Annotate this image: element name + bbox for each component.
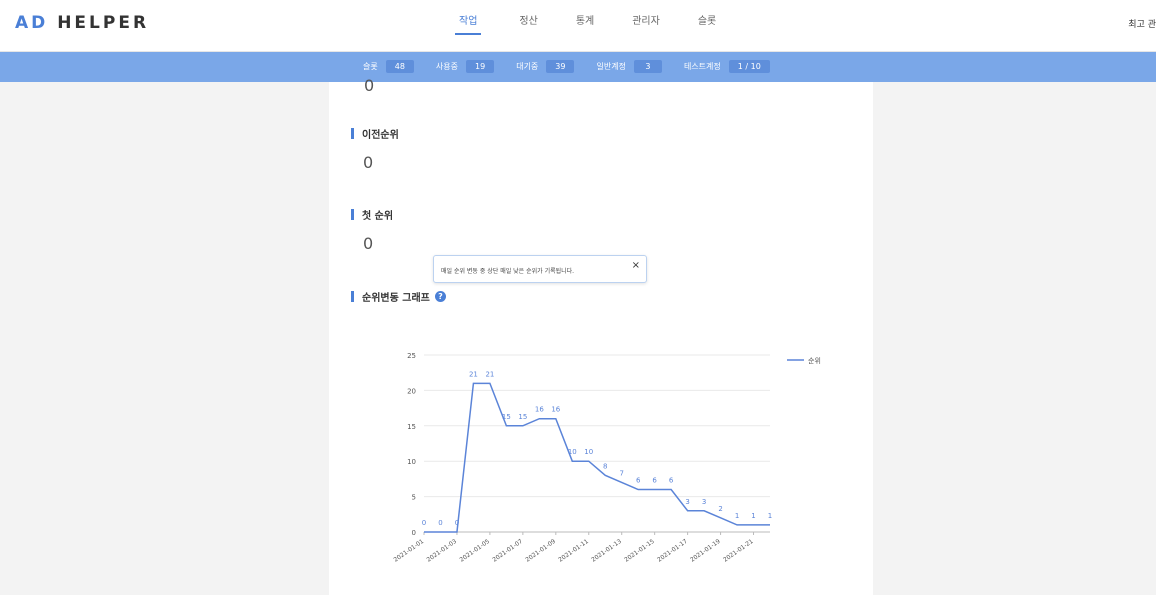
data-label: 1 [768,512,772,520]
status-value: 3 [633,60,662,73]
user-account-link[interactable]: 최고 관 [1128,17,1156,30]
x-tick-label: 2021-01-09 [524,538,557,564]
data-label: 1 [735,512,739,520]
status-value: 39 [546,60,575,73]
status-label: 테스트계정 [683,62,721,71]
y-tick-label: 5 [412,494,416,502]
nav-tab-slot[interactable]: 슬롯 [698,12,716,35]
data-label: 7 [619,469,623,477]
prev-rank-title: 이전순위 [362,130,399,141]
prev-rank-value: 0 [363,153,374,172]
x-tick-label: 2021-01-21 [722,538,755,564]
data-label: 21 [469,370,478,378]
data-label: 6 [652,477,657,485]
data-label: 6 [669,477,674,485]
status-label: 대기중 [516,62,539,71]
content-panel: 0 이전순위 0 첫 순위 0 순위변동 그래프 ? 매일 순위 변동 중 상단… [329,76,873,595]
previous-section-value: 0 [364,76,375,95]
x-tick-label: 2021-01-01 [393,538,426,564]
data-label: 16 [535,406,544,414]
first-rank-section: 첫 순위 0 [351,207,393,253]
x-tick-label: 2021-01-15 [623,538,656,564]
data-label: 10 [568,448,577,456]
nav-tab-admin[interactable]: 관리자 [632,12,660,35]
x-tick-label: 2021-01-17 [656,538,689,564]
x-tick-label: 2021-01-03 [426,538,459,564]
data-label: 10 [584,448,593,456]
y-tick-label: 10 [407,458,416,466]
data-label: 21 [485,370,494,378]
section-marker [351,291,354,302]
close-icon[interactable]: × [632,260,640,271]
first-rank-value: 0 [363,234,374,253]
status-value: 48 [385,60,414,73]
status-label: 슬롯 [363,62,378,71]
section-title: 첫 순위 [351,207,393,222]
x-tick-label: 2021-01-11 [557,538,590,564]
status-label: 사용중 [435,62,459,71]
data-label: 1 [751,512,755,520]
y-tick-label: 0 [412,529,416,537]
data-label: 0 [438,519,442,527]
section-marker [351,128,354,139]
logo-accent: AD [15,13,49,33]
x-tick-label: 2021-01-13 [590,538,623,564]
data-label: 0 [455,519,459,527]
nav-tab-settlement[interactable]: 정산 [519,12,537,35]
section-marker [351,209,354,220]
nav-tab-work[interactable]: 작업 [455,12,482,35]
status-general-account: 일반계정 3 [596,60,662,73]
data-label: 2 [718,505,722,513]
data-label: 6 [636,477,641,485]
y-tick-label: 20 [407,387,416,395]
help-tooltip: 매일 순위 변동 중 상단 매일 낮은 순위가 기록됩니다. × [433,255,647,283]
data-label: 3 [685,498,689,506]
x-tick-label: 2021-01-07 [491,538,524,564]
section-title: 순위변동 그래프 ? [351,289,446,304]
data-label: 8 [603,462,607,470]
y-tick-label: 15 [407,423,416,431]
rank-change-chart: 05101520252021-01-01 2021-01-03 2021-01-05… [393,352,821,564]
legend-label: 순위 [808,357,821,365]
status-slot: 슬롯 48 [363,60,414,73]
status-value: 1 / 10 [728,60,770,73]
y-tick-label: 25 [407,352,416,360]
tooltip-text: 매일 순위 변동 중 상단 매일 낮은 순위가 기록됩니다. [441,268,575,275]
status-bar: 슬롯 48 사용중 19 대기중 39 일반계정 3 테스트계정 1 / 10 [0,52,1156,82]
data-label: 15 [518,413,527,421]
rank-graph-section: 순위변동 그래프 ? [351,289,446,304]
status-value: 19 [466,60,495,73]
rank-graph-title: 순위변동 그래프 [362,293,430,304]
status-items: 슬롯 48 사용중 19 대기중 39 일반계정 3 테스트계정 1 / 10 [363,60,792,73]
status-in-use: 사용중 19 [435,60,495,73]
status-label: 일반계정 [596,62,626,71]
logo-text: HELPER [57,13,150,33]
data-label: 0 [422,519,426,527]
data-label: 3 [702,498,706,506]
top-navigation-bar: AD HELPER 작업 정산 통계 관리자 슬롯 최고 관 [0,0,1156,52]
app-logo[interactable]: AD HELPER [15,13,149,33]
main-nav: 작업 정산 통계 관리자 슬롯 [455,12,754,35]
question-circle-icon[interactable]: ? [434,291,446,302]
status-test-account: 테스트계정 1 / 10 [684,60,770,73]
first-rank-title: 첫 순위 [362,211,394,222]
data-label: 15 [502,413,511,421]
section-title: 이전순위 [351,126,399,141]
x-tick-label: 2021-01-19 [689,538,722,564]
prev-rank-section: 이전순위 0 [351,126,399,172]
data-label: 16 [551,406,560,414]
status-waiting: 대기중 39 [516,60,575,73]
nav-tab-stats[interactable]: 통계 [576,12,594,35]
x-tick-label: 2021-01-05 [458,538,491,564]
